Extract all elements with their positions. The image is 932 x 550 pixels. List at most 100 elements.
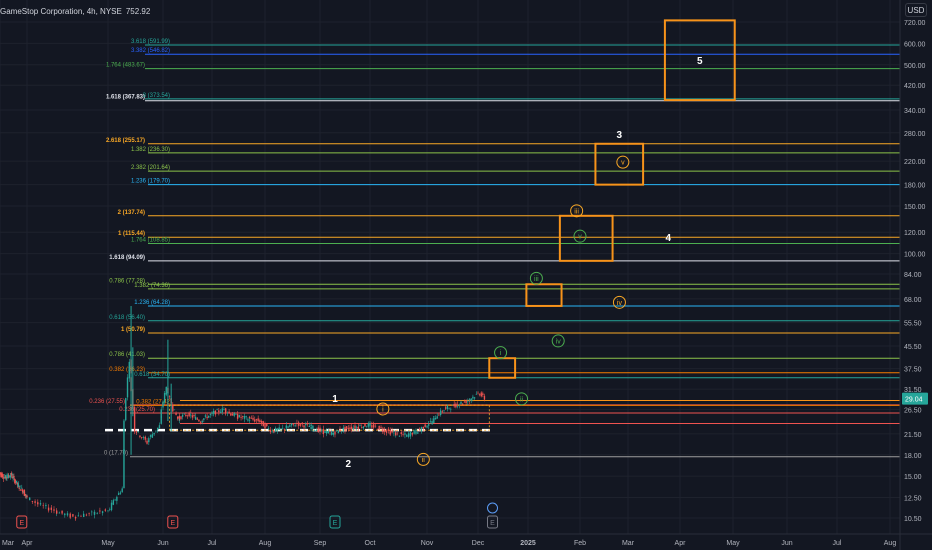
candle-body [114,499,116,501]
candle-body [391,430,393,433]
candle-body [428,424,430,426]
candle-body [223,409,225,411]
candle-body [441,411,443,412]
candle-body [475,393,477,395]
candle-body [162,401,164,408]
candle-body [439,410,442,416]
candle-body [362,426,365,429]
candle-body [72,514,74,517]
candle-body [445,407,447,408]
candle-body [369,424,371,425]
candle-body [66,513,69,516]
chart-root: 3.618 (591.99) 3.382 (546.82) 1.764 (483.6… [0,0,932,550]
candle-body [193,414,195,417]
candle-body [465,400,467,404]
candle-body [385,430,388,433]
candle-body [58,512,61,514]
price-tick: 720.00 [904,20,926,27]
candle-body [26,495,28,498]
price-tick: 55.50 [904,321,922,328]
candle-body [276,428,279,431]
time-tick: Aug [259,540,272,547]
candle-body [252,417,254,420]
candle-body [285,425,287,428]
candle-body [367,423,370,427]
currency-button[interactable]: USD [905,3,927,17]
fib-level-label: 3 (373.54) [143,93,170,99]
candle-body [393,432,395,434]
candle-body [315,430,318,431]
fib-level-label: 1.764 (108.85) [131,237,170,243]
fib-level-label: 0.236 (27.55) [89,399,125,405]
wave-label: 4 [665,233,671,244]
candle-body [39,503,42,505]
fib-level-label: 1.236 (179.70) [131,179,170,185]
candle-body [209,414,212,416]
candle-body [262,421,264,427]
price-tick: 21.50 [904,432,922,439]
candle-body [240,417,242,418]
candle-body [330,431,333,435]
price-tick: 600.00 [904,41,926,48]
candle-body [344,427,346,431]
candle-body [8,475,10,477]
candle-body [455,403,457,408]
fib-level-label: 0.382 (27.42) [136,399,172,405]
candle-body [165,386,167,395]
candle-body [213,411,215,414]
candle-body [247,419,249,421]
candle-body [112,500,115,505]
candle-body [260,421,263,422]
fib-level-label: 0.786 (41.03) [109,352,145,358]
candle-body [64,513,66,516]
price-tick: 100.00 [904,252,926,259]
candle-body [208,415,210,418]
price-tick: 26.50 [904,407,922,414]
candle-body [433,416,435,418]
time-tick: Sep [314,540,327,547]
time-tick: Jun [157,540,168,547]
fib-level-label: 0.618 (56.40) [109,315,145,321]
candle-body [198,419,200,422]
candle-body [116,496,118,501]
price-tick: 150.00 [904,204,926,211]
candle-body [463,401,466,403]
candle-body [294,425,296,427]
candle-body [266,423,268,427]
candle-body [24,493,26,496]
price-tick: 84.00 [904,272,922,279]
candle-body [387,428,390,431]
candle-body [456,406,459,407]
candle-body [104,509,106,511]
candle-body [282,427,284,429]
candle-body [340,431,343,432]
candle-body [183,413,185,415]
candle-body [264,423,266,429]
candle-body [228,411,230,413]
candle-body [10,472,13,476]
candle-body [404,433,406,435]
candle-body [347,428,350,430]
candle-body [151,434,154,438]
fib-level-label: 3.382 (546.82) [131,48,170,54]
candle-body [128,361,130,379]
price-tick: 280.00 [904,131,926,138]
time-tick: Apr [675,540,687,547]
candle-body [285,428,287,430]
candle-body [123,420,125,452]
candle-body [20,489,22,491]
fib-level-label: 1.236 (64.28) [134,300,170,306]
price-tick: 45.50 [904,344,922,351]
candle-body [214,410,217,415]
price-chart[interactable]: 3.618 (591.99) 3.382 (546.82) 1.764 (483.6… [0,0,932,550]
price-tick: 68.00 [904,297,922,304]
chart-header: GameStop Corporation, 4h, NYSE 752.92 [0,4,150,18]
candle-body [462,403,464,405]
fib-level-label: 2.618 (255.17) [106,138,145,144]
price-tick: 420.00 [904,83,926,90]
fib-level-label: 1.382 (236.30) [131,147,170,153]
candle-body [230,413,232,416]
candle-body [125,398,127,421]
candle-body [85,514,88,516]
candle-body [290,423,293,426]
